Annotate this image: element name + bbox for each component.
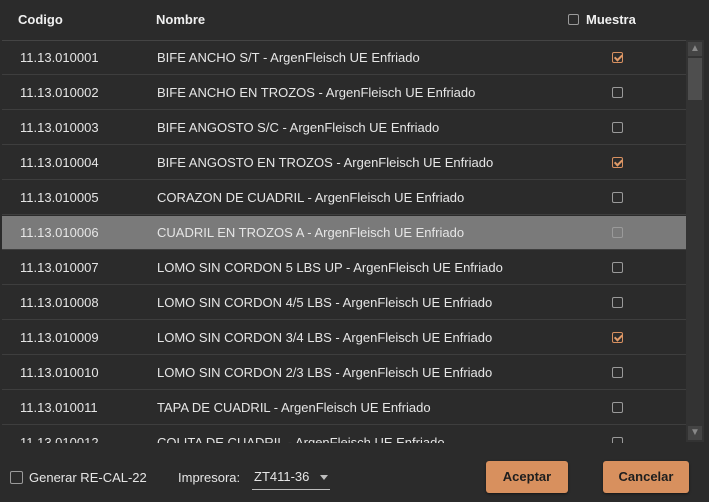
select-all-muestra-checkbox[interactable] <box>568 14 579 25</box>
table-row[interactable]: 11.13.010004 BIFE ANGOSTO EN TROZOS - Arg… <box>2 146 686 180</box>
cell-nombre: CORAZON DE CUADRIL - ArgenFleisch UE Enf… <box>157 190 465 205</box>
column-header-muestra[interactable]: Muestra <box>568 12 636 27</box>
scrollbar-thumb[interactable] <box>688 58 702 100</box>
table-row[interactable]: 11.13.010006 CUADRIL EN TROZOS A - ArgenF… <box>2 216 686 250</box>
cell-codigo: 11.13.010008 <box>20 295 99 310</box>
muestra-checkbox[interactable] <box>612 332 623 343</box>
cell-nombre: LOMO SIN CORDON 5 LBS UP - ArgenFleisch … <box>157 260 503 275</box>
cell-nombre: COLITA DE CUADRIL - ArgenFleisch UE Enfr… <box>157 435 445 443</box>
muestra-checkbox[interactable] <box>612 297 623 308</box>
cell-nombre: CUADRIL EN TROZOS A - ArgenFleisch UE En… <box>157 225 465 240</box>
column-header-nombre[interactable]: Nombre <box>156 12 205 27</box>
cell-nombre: BIFE ANCHO S/T - ArgenFleisch UE Enfriad… <box>157 50 420 65</box>
cell-codigo: 11.13.010004 <box>20 155 99 170</box>
cell-nombre: TAPA DE CUADRIL - ArgenFleisch UE Enfria… <box>157 400 431 415</box>
table-row[interactable]: 11.13.010011 TAPA DE CUADRIL - ArgenFleis… <box>2 391 686 425</box>
table-row[interactable]: 11.13.010008 LOMO SIN CORDON 4/5 LBS - Ar… <box>2 286 686 320</box>
cell-codigo: 11.13.010003 <box>20 120 99 135</box>
muestra-checkbox[interactable] <box>612 262 623 273</box>
table-row[interactable]: 11.13.010003 BIFE ANGOSTO S/C - ArgenFlei… <box>2 111 686 145</box>
cancel-button[interactable]: Cancelar <box>603 461 689 493</box>
vertical-scrollbar[interactable]: ▲ ▼ <box>686 40 704 442</box>
cell-codigo: 11.13.010001 <box>20 50 99 65</box>
cell-codigo: 11.13.010011 <box>20 400 98 415</box>
cell-codigo: 11.13.010005 <box>20 190 99 205</box>
table-row[interactable]: 11.13.010002 BIFE ANCHO EN TROZOS - Argen… <box>2 76 686 110</box>
muestra-checkbox[interactable] <box>612 192 623 203</box>
scroll-up-icon[interactable]: ▲ <box>688 42 702 56</box>
muestra-checkbox[interactable] <box>612 402 623 413</box>
cell-codigo: 11.13.010007 <box>20 260 99 275</box>
generar-checkbox[interactable] <box>10 471 23 484</box>
cell-codigo: 11.13.010002 <box>20 85 99 100</box>
dialog-footer: Generar RE-CAL-22 Impresora: ZT411-36 Ac… <box>0 448 709 502</box>
cell-nombre: BIFE ANGOSTO EN TROZOS - ArgenFleisch UE… <box>157 155 494 170</box>
cell-nombre: LOMO SIN CORDON 2/3 LBS - ArgenFleisch U… <box>157 365 493 380</box>
cell-codigo: 11.13.010006 <box>20 225 99 240</box>
table-row[interactable]: 11.13.010001 BIFE ANCHO S/T - ArgenFleisc… <box>2 41 686 75</box>
muestra-checkbox[interactable] <box>612 157 623 168</box>
table-row[interactable]: 11.13.010010 LOMO SIN CORDON 2/3 LBS - Ar… <box>2 356 686 390</box>
generar-option[interactable]: Generar RE-CAL-22 <box>10 470 147 485</box>
cell-codigo: 11.13.010012 <box>20 435 99 443</box>
muestra-checkbox[interactable] <box>612 52 623 63</box>
table-row[interactable]: 11.13.010005 CORAZON DE CUADRIL - ArgenFl… <box>2 181 686 215</box>
impresora-select[interactable]: ZT411-36 <box>252 466 330 490</box>
impresora-label: Impresora: <box>178 470 241 485</box>
table-row[interactable]: 11.13.010012 COLITA DE CUADRIL - ArgenFle… <box>2 426 686 443</box>
cell-nombre: BIFE ANGOSTO S/C - ArgenFleisch UE Enfri… <box>157 120 440 135</box>
muestra-checkbox[interactable] <box>612 437 623 443</box>
scroll-down-icon[interactable]: ▼ <box>688 426 702 440</box>
generar-label: Generar RE-CAL-22 <box>29 470 147 485</box>
cell-nombre: BIFE ANCHO EN TROZOS - ArgenFleisch UE E… <box>157 85 476 100</box>
table-row[interactable]: 11.13.010009 LOMO SIN CORDON 3/4 LBS - Ar… <box>2 321 686 355</box>
muestra-checkbox[interactable] <box>612 227 623 238</box>
muestra-checkbox[interactable] <box>612 122 623 133</box>
cell-codigo: 11.13.010009 <box>20 330 99 345</box>
impresora-selected-value: ZT411-36 <box>254 469 310 484</box>
cell-nombre: LOMO SIN CORDON 3/4 LBS - ArgenFleisch U… <box>157 330 493 345</box>
chevron-down-icon <box>320 475 328 480</box>
accept-button[interactable]: Aceptar <box>486 461 568 493</box>
cell-codigo: 11.13.010010 <box>20 365 99 380</box>
column-header-muestra-label: Muestra <box>586 12 636 27</box>
muestra-checkbox[interactable] <box>612 367 623 378</box>
table-row[interactable]: 11.13.010007 LOMO SIN CORDON 5 LBS UP - A… <box>2 251 686 285</box>
column-header-codigo[interactable]: Codigo <box>18 12 63 27</box>
products-grid: 11.13.010001 BIFE ANCHO S/T - ArgenFleisc… <box>2 40 686 443</box>
muestra-checkbox[interactable] <box>612 87 623 98</box>
grid-header: Codigo Nombre Muestra <box>0 0 709 40</box>
cell-nombre: LOMO SIN CORDON 4/5 LBS - ArgenFleisch U… <box>157 295 493 310</box>
